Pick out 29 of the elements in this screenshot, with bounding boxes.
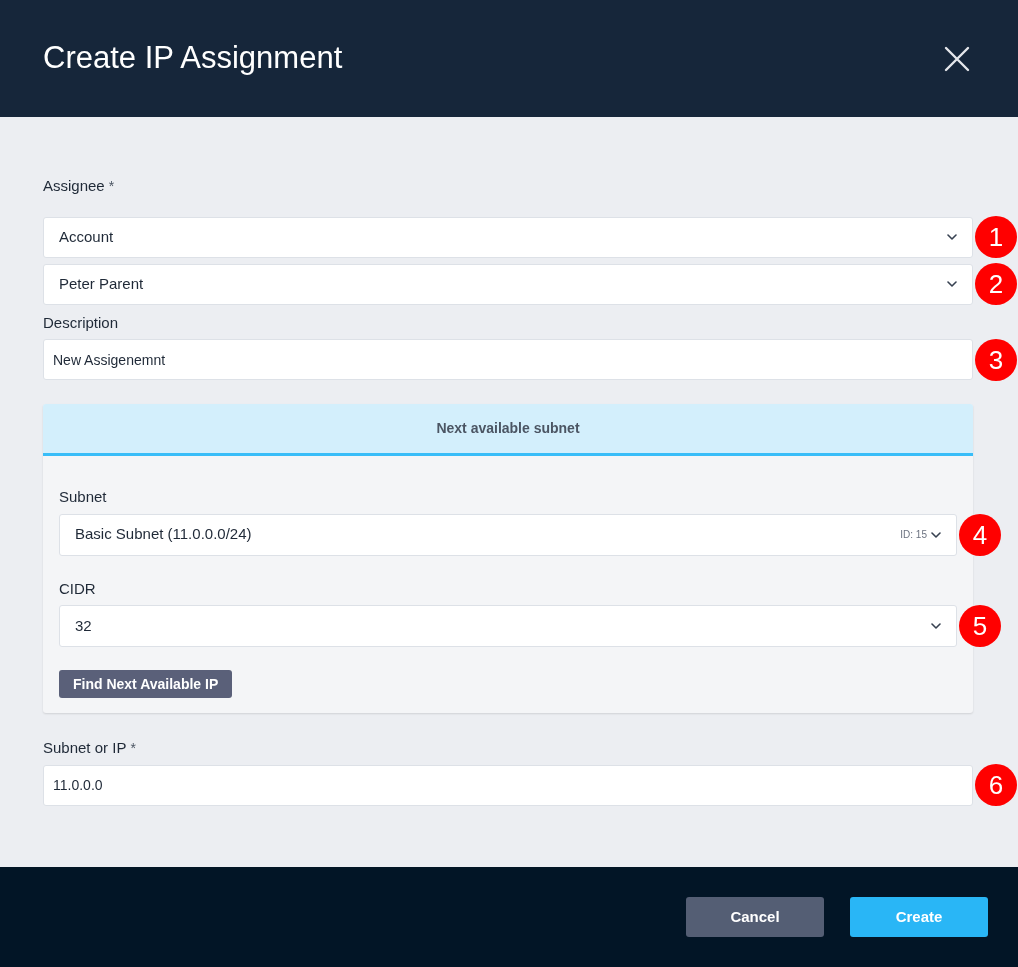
select-field[interactable]: 32 bbox=[59, 605, 957, 647]
number-marker: 1 bbox=[975, 216, 1017, 258]
select-field[interactable]: Basic Subnet (11.0.0.0/24) ID: 15 bbox=[59, 513, 957, 556]
find-next-button[interactable]: Find Next Available IP bbox=[59, 670, 233, 698]
chevron-down-icon bbox=[947, 234, 957, 240]
number-marker: 2 bbox=[975, 263, 1017, 305]
select-field[interactable]: Account bbox=[43, 216, 973, 258]
field-label: Subnet or IP bbox=[43, 738, 127, 758]
field-label: Description bbox=[43, 312, 119, 333]
number-marker: 3 bbox=[975, 338, 1017, 381]
field-label: Assignee bbox=[43, 176, 105, 196]
chevron-down-icon bbox=[931, 623, 941, 629]
field-label: CIDR bbox=[59, 578, 96, 599]
id-label: ID: 15 bbox=[900, 528, 927, 542]
required-mark: * bbox=[108, 176, 115, 196]
input-field[interactable]: 11.0.0.0 bbox=[43, 764, 973, 806]
number-marker: 5 bbox=[959, 605, 1001, 647]
input-field[interactable]: New Assigenemnt bbox=[43, 339, 973, 380]
chevron-down-icon bbox=[931, 531, 941, 538]
field-label: Subnet bbox=[59, 487, 107, 507]
chevron-down-icon bbox=[947, 281, 957, 287]
close-icon[interactable] bbox=[944, 45, 970, 72]
required-mark: * bbox=[130, 738, 136, 758]
number-marker: 6 bbox=[975, 764, 1017, 806]
panel-title: Next available subnet bbox=[436, 419, 580, 438]
cancel-button[interactable]: Cancel bbox=[686, 897, 824, 937]
number-marker: 4 bbox=[959, 513, 1001, 556]
select-field[interactable]: Peter Parent bbox=[43, 263, 973, 305]
dialog-title: Create IP Assignment bbox=[43, 39, 343, 78]
